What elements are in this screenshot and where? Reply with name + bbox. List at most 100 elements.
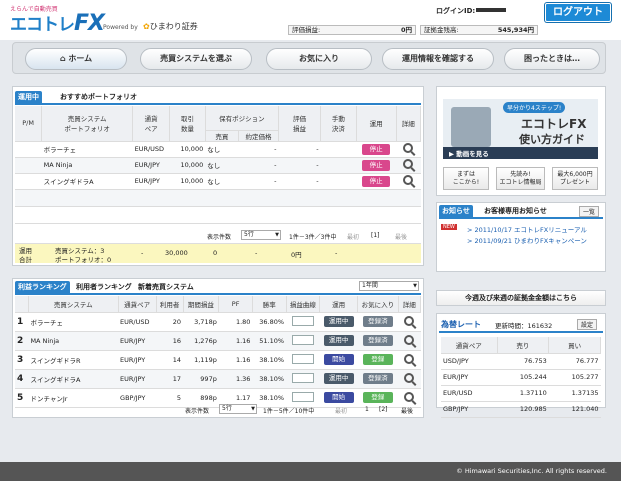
magnifier-icon[interactable] [404,391,415,402]
magnifier-icon[interactable] [404,334,415,345]
tab-underline [15,103,421,105]
pnl-curve-thumb[interactable] [291,315,314,326]
running-button[interactable]: 運用中 [323,335,354,346]
nav-favorites[interactable]: お気に入り [266,48,372,70]
margin-info-link[interactable]: 今週及び来週の証拠金金額はこちら [436,290,606,306]
tab-news[interactable]: お知らせ [439,205,473,217]
col-system: 売買システム ポートフォリオ [41,106,134,142]
table-row: 4 スイングギドラA EUR/JPY 17 997p 1.36 38.10% 運用中 登録済 [15,369,421,389]
cell-win: 38.10% [252,388,287,408]
col-detail: 詳細 [396,106,422,142]
col-pair: 通貨ペア [441,337,498,354]
system-link[interactable]: スイングギドラA [41,173,133,190]
nav-home[interactable]: ⌂ ホーム [25,48,127,70]
col-pm: P/M [15,106,43,142]
cell-rank: 3 [15,350,29,370]
start-button[interactable]: 開始 [323,392,354,403]
tab-new-systems[interactable]: 新着売買システム [135,281,197,293]
header: えらんで自動売買 エコトレFX Powered by ✿ひまわり証券 ログインI… [0,0,621,40]
system-link[interactable]: MA Ninja [41,157,133,174]
pnl-curve-thumb[interactable] [291,391,314,402]
cell-pair: EUR/JPY [118,350,157,370]
pager-last[interactable]: 最後 [401,406,413,415]
present-button[interactable]: 最大6,000円 プレゼント [552,167,598,190]
logo[interactable]: エコトレFX [10,10,105,36]
display-count-select[interactable]: 5行 [219,404,257,414]
pager-page-2[interactable]: [2] [379,406,388,413]
start-here-button[interactable]: まずは ここから! [443,167,489,190]
stop-button[interactable]: 停止 [362,175,391,187]
table-row: 5 ドンチャンJr GBP/JPY 5 898p 1.17 38.10% 開始 登録 [15,388,421,408]
login-id-value [476,8,506,12]
magnifier-icon[interactable] [403,143,414,153]
rate-row: USD/JPY 76.753 76.777 [441,353,601,370]
cell-pair: EUR/USD [118,312,157,332]
pager-last[interactable]: 最後 [395,232,407,241]
pnl-curve-thumb[interactable] [291,334,314,345]
nav-check-info[interactable]: 運用情報を確認する [382,48,494,70]
magnifier-icon[interactable] [404,353,415,364]
rate-update: 更新時間：161632 [495,322,553,330]
ranking-table: 売買システム 通貨ペア 利用者 期間損益 PF 勝率 損益曲線 運用 お気に入り… [15,296,422,408]
system-link[interactable]: ボラーチェ [28,312,119,332]
magnifier-icon[interactable] [403,159,414,169]
display-count-label: 表示件数 [185,408,210,415]
company-logo: ✿ひまわり証券 [143,22,198,31]
registered-button[interactable]: 登録済 [362,373,393,384]
powered-by: Powered by [103,24,138,31]
cell-win: 36.80% [252,312,287,332]
cell-profit: 1,276p [183,331,219,351]
tab-customer-news[interactable]: お客様専用お知らせ [481,205,550,217]
cell-pair: EUR/JPY [118,331,157,351]
pnl-curve-thumb[interactable] [291,353,314,364]
magnifier-icon[interactable] [403,175,414,185]
register-button[interactable]: 登録 [362,354,393,365]
magnifier-icon[interactable] [404,315,415,326]
tab-profit-ranking[interactable]: 利益ランキング [15,281,70,293]
system-link[interactable]: MA Ninja [28,331,119,351]
period-select[interactable]: 1年間 [359,281,419,291]
col-price: 約定価格 [238,130,279,142]
rate-settings-button[interactable]: 設定 [577,319,598,330]
pager-page-1[interactable]: 1 [365,406,369,413]
pager-first[interactable]: 最初 [347,232,359,241]
system-link[interactable]: スイングギドラR [28,350,119,370]
running-button[interactable]: 運用中 [323,373,354,384]
news-item[interactable]: > 2011/10/17 エコトレFXリニューアル [467,224,587,234]
info-bureau-button[interactable]: 先読み! エコトレ情報局 [496,167,545,190]
watch-video-link[interactable]: ▶ 動画を見る [449,148,489,158]
register-button[interactable]: 登録 [362,392,393,403]
cell-win: 38.10% [252,350,287,370]
footer: © Himawari Securities,Inc. All rights re… [0,462,621,481]
cell-pair: EUR/JPY [118,369,157,389]
running-button[interactable]: 運用中 [323,316,354,327]
cell-users: 5 [156,388,183,408]
table-row-empty [15,189,421,207]
system-link[interactable]: ボラーチェ [41,141,133,158]
col-manual: 手動 決済 [320,106,357,142]
registered-button[interactable]: 登録済 [362,316,393,327]
cell-users: 20 [156,312,183,332]
guide-banner[interactable]: 早分かり4ステップ! エコトレFX 使い方ガイド ▶ 動画を見る [443,99,598,159]
system-link[interactable]: ドンチャンJr [28,388,119,408]
display-count-select[interactable]: 5行 [241,230,281,240]
registered-button[interactable]: 登録済 [362,335,393,346]
news-item[interactable]: > 2011/09/21 ひまわりFXキャンペーン [467,235,587,245]
news-list-button[interactable]: 一覧 [579,206,600,217]
pnl-curve-thumb[interactable] [291,372,314,383]
magnifier-icon[interactable] [404,372,415,383]
stop-button[interactable]: 停止 [362,143,391,155]
tab-user-ranking[interactable]: 利用者ランキング [73,281,135,293]
tab-recommended-portfolio[interactable]: おすすめポートフォリオ [57,91,140,103]
margin-balance-field: 証拠金残高: 545,934円 [420,25,538,35]
tab-running[interactable]: 運用中 [15,91,42,103]
nav-choose-system[interactable]: 売買システムを選ぶ [140,48,252,70]
start-button[interactable]: 開始 [323,354,354,365]
pager-first[interactable]: 最初 [335,406,347,415]
system-link[interactable]: スイングギドラA [28,369,119,389]
cell-eval: - [278,157,321,174]
stop-button[interactable]: 停止 [362,159,391,171]
logout-button[interactable]: ログアウト [545,3,611,22]
pager-page[interactable]: [1] [371,232,380,239]
nav-help[interactable]: 困ったときは… [504,48,600,70]
